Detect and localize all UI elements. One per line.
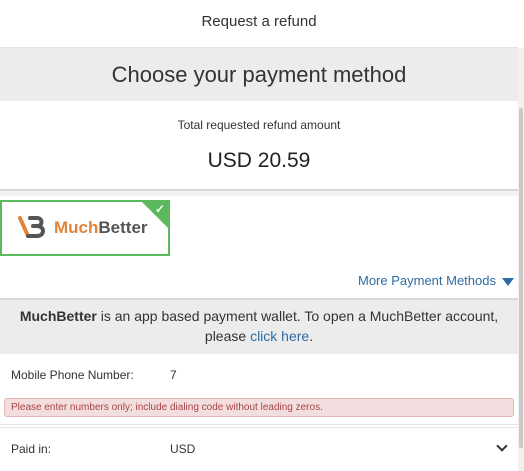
- amount-value: USD 20.59: [207, 149, 311, 172]
- divider: [0, 417, 518, 425]
- refund-amount-box: Total requested refund amount USD 20.59: [0, 101, 518, 191]
- page-title: Request a refund: [201, 13, 317, 30]
- caret-down-icon: [502, 277, 514, 286]
- phone-error-message: Please enter numbers only; include diali…: [4, 398, 514, 417]
- refund-panel: Choose your payment method Total request…: [0, 48, 518, 471]
- click-here-link[interactable]: click here: [250, 328, 309, 344]
- more-payment-methods-link[interactable]: More Payment Methods: [358, 273, 514, 288]
- section-heading: Choose your payment method: [0, 48, 518, 101]
- chevron-down-icon: [496, 440, 508, 452]
- info-brand: MuchBetter: [19, 308, 97, 324]
- phone-input[interactable]: 7: [170, 368, 177, 382]
- currency-label: Paid in:: [11, 442, 52, 456]
- scrollbar[interactable]: [518, 48, 524, 471]
- header-bar: Request a refund: [0, 0, 518, 48]
- muchbetter-method-tile[interactable]: MuchBetter ✓: [0, 200, 170, 256]
- more-payment-methods-label: More Payment Methods: [357, 273, 496, 288]
- amount-label: Total requested refund amount: [177, 118, 341, 132]
- payment-methods: MuchBetter ✓ More Payment Methods: [0, 191, 518, 298]
- check-icon: ✓: [154, 202, 165, 216]
- currency-value: USD: [170, 442, 196, 456]
- info-suffix: .: [309, 328, 314, 344]
- muchbetter-info: MuchBetter is an app based payment walle…: [0, 298, 518, 354]
- scrollbar-thumb[interactable]: [519, 108, 523, 448]
- muchbetter-logo-icon: [18, 216, 45, 238]
- currency-select[interactable]: Paid in: USD: [0, 427, 518, 470]
- phone-label: Mobile Phone Number:: [11, 368, 134, 382]
- phone-row: Mobile Phone Number: 7: [0, 354, 518, 394]
- muchbetter-logo-text: MuchBetter: [54, 218, 148, 237]
